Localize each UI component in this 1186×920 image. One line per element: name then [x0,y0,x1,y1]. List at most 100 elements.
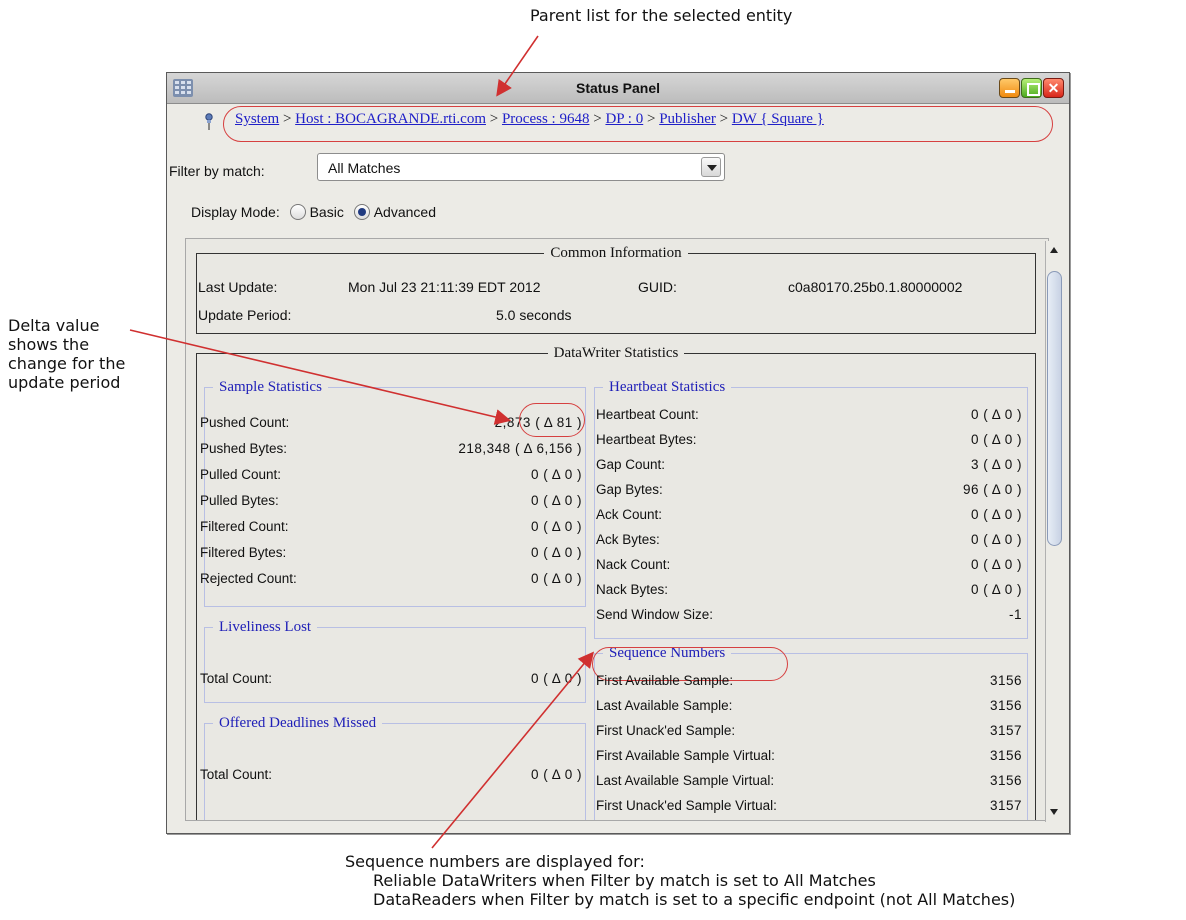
stat-row: First Available Sample Virtual: 3156 [594,746,1028,768]
stat-row: Total Count: 0 ( Δ 0 ) [198,765,588,787]
stat-label: Ack Bytes: [596,532,660,547]
stat-row: Total Count: 0 ( Δ 0 ) [198,669,588,691]
stat-label: Pulled Bytes: [200,493,279,508]
maximize-icon [1027,83,1040,96]
stat-value: 3 ( Δ 0 ) [970,457,1022,472]
status-panel-window: Status Panel ✕ System > Host : BOCAGRAND… [166,72,1070,834]
stat-value: 0 ( Δ 0 ) [970,532,1022,547]
close-icon: ✕ [1047,80,1060,96]
stat-label: Send Window Size: [596,607,714,622]
stat-label: Total Count: [200,767,273,782]
minimize-icon [1005,90,1015,93]
stat-row: First Available Sample: 3156 [594,671,1028,693]
stat-value: 0 ( Δ 0 ) [531,467,582,482]
stat-delta: ( Δ 0 ) [543,493,582,508]
datawriter-statistics-title: DataWriter Statistics [553,345,679,361]
stat-value: 0 ( Δ 0 ) [970,507,1022,522]
vertical-scrollbar[interactable] [1045,241,1063,822]
radio-advanced-label[interactable]: Advanced [374,204,436,220]
stat-row: Last Available Sample: 3156 [594,696,1028,718]
stat-row: Filtered Bytes: 0 ( Δ 0 ) [198,543,588,565]
annotation-sequence-numbers: Sequence numbers are displayed for: Reli… [345,852,1015,909]
maximize-button[interactable] [1021,78,1042,98]
stat-value: 96 ( Δ 0 ) [962,482,1022,497]
scroll-down-icon[interactable] [1047,804,1062,820]
pin-icon[interactable] [203,113,215,131]
stat-value: 0 ( Δ 0 ) [531,671,582,686]
stat-value: 3156 [989,673,1022,688]
common-information-title: Common Information [550,245,682,261]
stat-value: 0 ( Δ 0 ) [970,432,1022,447]
stat-value: 0 ( Δ 0 ) [970,407,1022,422]
stat-row: Ack Count: 0 ( Δ 0 ) [594,505,1028,527]
scrollbar-thumb[interactable] [1047,271,1062,546]
stat-label: Gap Count: [596,457,666,472]
status-content-scrollpane[interactable]: Common Information Last Update: Mon Jul … [185,238,1049,821]
heartbeat-statistics-title: Heartbeat Statistics [609,379,726,395]
stat-number: 0 [530,571,539,586]
stat-value: 218,348 ( Δ 6,156 ) [458,441,582,456]
stat-delta: ( Δ 0 ) [543,519,582,534]
annotation-line: Reliable DataWriters when Filter by matc… [373,871,876,890]
radio-basic[interactable] [289,204,306,220]
stat-delta: ( Δ 6,156 ) [514,441,582,456]
filter-by-match-select[interactable]: All Matches [317,153,725,181]
liveliness-lost-title: Liveliness Lost [219,619,312,635]
stat-value: 0 ( Δ 0 ) [531,571,582,586]
stat-value: 3157 [989,798,1022,813]
scroll-up-icon[interactable] [1047,243,1062,259]
stat-row: Nack Count: 0 ( Δ 0 ) [594,555,1028,577]
stat-row: Pulled Bytes: 0 ( Δ 0 ) [198,491,588,513]
radio-basic-label[interactable]: Basic [310,204,344,220]
stat-value: 0 ( Δ 0 ) [970,582,1022,597]
stat-label: Last Available Sample Virtual: [596,773,775,788]
stat-delta: ( Δ 0 ) [543,767,582,782]
title-bar[interactable]: Status Panel ✕ [167,73,1069,104]
update-period-value: 5.0 seconds [496,307,572,323]
stat-row: Heartbeat Bytes: 0 ( Δ 0 ) [594,430,1028,452]
display-mode-row: Display Mode: Basic Advanced [191,204,436,220]
stat-label: Nack Bytes: [596,582,669,597]
stat-row: Heartbeat Count: 0 ( Δ 0 ) [594,405,1028,427]
stat-row: Gap Count: 3 ( Δ 0 ) [594,455,1028,477]
stat-delta: ( Δ 0 ) [543,671,582,686]
stat-delta: ( Δ 0 ) [543,467,582,482]
stat-label: Pushed Bytes: [200,441,288,456]
stat-row: Pulled Count: 0 ( Δ 0 ) [198,465,588,487]
guid-label: GUID: [638,279,677,295]
minimize-button[interactable] [999,78,1020,98]
stat-label: Last Available Sample: [596,698,733,713]
close-button[interactable]: ✕ [1043,78,1064,98]
annotation-line: Sequence numbers are displayed for: [345,852,645,871]
window-title: Status Panel [575,80,661,96]
delta-highlight-oval [519,403,585,437]
stat-value: -1 [1008,607,1022,622]
stat-label: Heartbeat Bytes: [596,432,697,447]
annotation-line: DataReaders when Filter by match is set … [373,890,1016,909]
chevron-down-icon[interactable] [701,157,721,177]
stat-row: Nack Bytes: 0 ( Δ 0 ) [594,580,1028,602]
stat-label: First Unack'ed Sample Virtual: [596,798,777,813]
stat-number: 0 [530,545,539,560]
stat-row: Send Window Size: -1 [594,605,1028,627]
last-update-value: Mon Jul 23 21:11:39 EDT 2012 [348,279,541,295]
stat-row: Gap Bytes: 96 ( Δ 0 ) [594,480,1028,502]
stat-label: Gap Bytes: [596,482,663,497]
stat-value: 0 ( Δ 0 ) [970,557,1022,572]
stat-label: First Available Sample: [596,673,734,688]
offered-deadlines-missed-title: Offered Deadlines Missed [219,715,377,731]
stat-value: 0 ( Δ 0 ) [531,767,582,782]
radio-advanced[interactable] [353,204,370,220]
display-mode-label: Display Mode: [191,204,280,220]
annotation-delta-value: Delta value shows the change for the upd… [8,316,126,392]
stat-label: Ack Count: [596,507,663,522]
stat-delta: ( Δ 0 ) [543,571,582,586]
stat-label: Nack Count: [596,557,671,572]
stat-row: Ack Bytes: 0 ( Δ 0 ) [594,530,1028,552]
stat-number: 218,348 [458,441,511,456]
breadcrumb-highlight-oval [223,106,1053,142]
stat-value: 3157 [989,723,1022,738]
stat-row: Filtered Count: 0 ( Δ 0 ) [198,517,588,539]
annotation-parent-list: Parent list for the selected entity [530,6,793,25]
stat-value: 0 ( Δ 0 ) [531,519,582,534]
